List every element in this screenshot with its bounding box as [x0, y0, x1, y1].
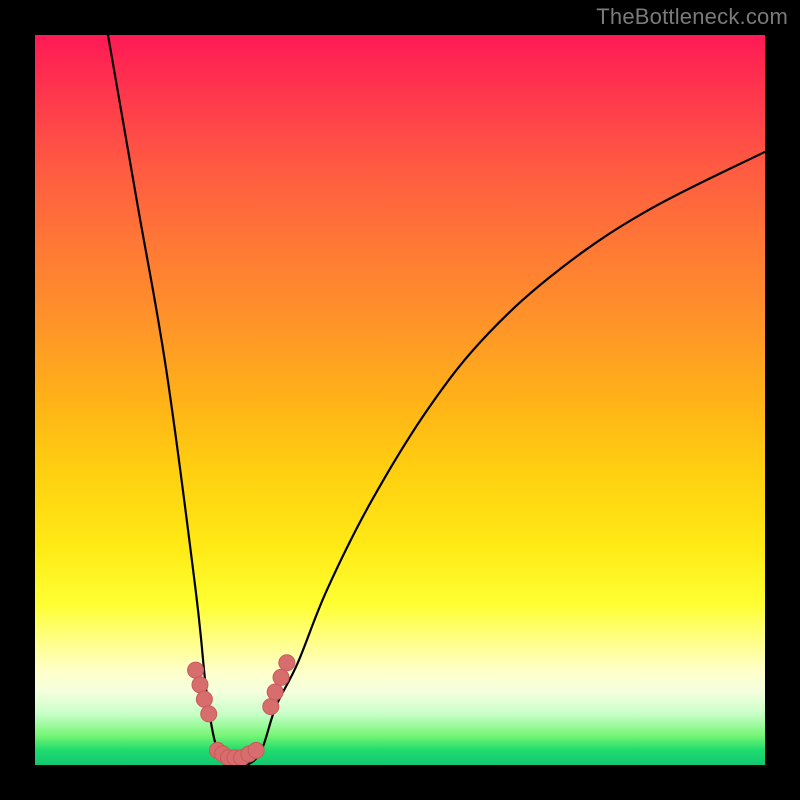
marker-dot [279, 655, 295, 671]
plot-area [35, 35, 765, 765]
marker-group [188, 655, 295, 765]
marker-dot [188, 662, 204, 678]
marker-dot [267, 684, 283, 700]
watermark-text: TheBottleneck.com [596, 4, 788, 30]
chart-container: TheBottleneck.com [0, 0, 800, 800]
marker-dot [192, 677, 208, 693]
bottleneck-curve [108, 35, 765, 765]
marker-dot [248, 742, 264, 758]
curve-layer [35, 35, 765, 765]
marker-dot [196, 691, 212, 707]
marker-dot [201, 706, 217, 722]
marker-dot [263, 699, 279, 715]
marker-dot [273, 669, 289, 685]
